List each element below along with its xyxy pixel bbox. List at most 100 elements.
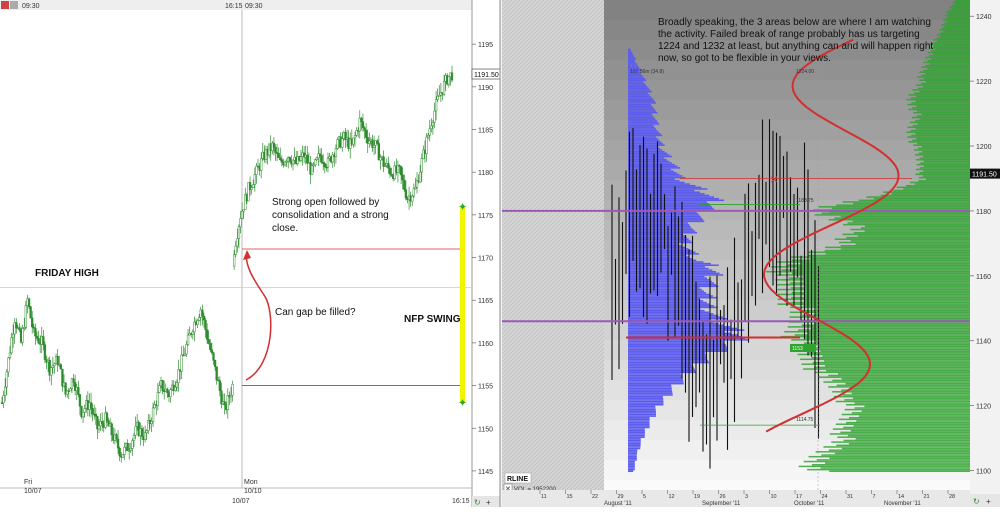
chart-canvas: 09:30 16:15 09:30 1195119011851180117511… [0,0,1000,507]
blue-profile-row [628,120,657,122]
green-profile-row [848,416,970,419]
blue-profile-row [628,373,681,375]
candle-body [34,327,37,337]
blue-profile-row [628,418,650,421]
close-icon[interactable] [1,1,9,9]
blue-profile-row [628,136,656,138]
green-profile-row [854,402,970,404]
green-profile-row [825,246,970,249]
green-profile-row [848,442,970,445]
blue-profile-row [628,454,637,456]
blue-profile-row [628,340,724,343]
chart-screenshot: 09:30 16:15 09:30 1195 1190 1185 1180 1175 11… [0,0,1000,507]
green-profile-row [919,90,970,93]
green-profile-row [801,262,970,265]
green-profile-row [911,134,970,137]
green-profile-row [914,92,970,94]
green-profile-row [811,464,970,466]
zoom-in-icon[interactable]: + [486,498,491,507]
fri-label: Fri [24,479,33,486]
candle-body [280,159,284,163]
green-profile-row [834,238,970,241]
blue-profile-row [628,387,672,390]
green-profile-row [915,100,970,103]
candle-body [201,309,204,317]
blue-profile-row [628,95,651,98]
blue-profile-row [628,442,641,445]
green-profile-row [946,21,970,23]
blue-profile-row [628,382,684,385]
candle-body [118,447,121,457]
green-profile-row [943,19,970,21]
green-profile-row [796,267,970,270]
green-profile-row [810,257,970,260]
green-profile-row [835,400,970,403]
candle-body [218,380,221,391]
blue-profile-row [628,345,727,348]
green-profile-row [915,133,970,135]
green-profile-row [954,3,970,5]
candle-body [403,179,406,190]
green-profile-row [840,215,970,218]
blue-profile-row [628,178,675,180]
green-profile-row [829,457,970,460]
green-profile-row [912,139,970,142]
candle-body [450,72,454,81]
green-profile-row [916,142,970,145]
green-profile-row [824,249,970,252]
commentary-line: the activity. Failed break of range prob… [658,29,920,40]
green-profile-row [831,207,970,210]
green-profile-row [804,295,970,297]
green-profile-row [923,165,970,167]
blue-profile-row [628,274,724,276]
green-profile-row [823,446,970,448]
blue-profile-row [628,421,650,424]
blue-profile-row [628,455,637,458]
green-profile-row [912,107,970,109]
green-profile-row [841,447,970,450]
green-profile-row [765,270,970,273]
blue-profile-row [628,168,671,171]
green-profile-row [933,42,970,44]
nfp-swing-bottom-star-icon: ✦ [458,398,467,410]
candle-body [299,156,303,161]
blue-profile-row [628,438,641,440]
blue-profile-row [628,171,677,174]
green-profile-row [842,394,970,396]
blue-profile-row [628,410,656,412]
blue-profile-row [628,170,674,172]
green-profile-row [838,241,970,244]
candle-body [320,155,323,163]
green-profile-row [916,159,970,161]
right-zoom-in-icon[interactable]: + [986,497,991,506]
blue-profile-row [628,196,715,198]
right-refresh-icon[interactable]: ↻ [973,497,980,506]
blue-profile-row [628,368,695,370]
blue-profile-row [628,183,690,185]
green-profile-row [955,0,970,2]
gear-icon[interactable] [10,1,18,9]
green-profile-row [923,160,970,163]
right-price-tick-label: 1100 [976,469,991,476]
green-profile-row [815,451,970,453]
mon-date-label: 10/10 [244,488,262,495]
blue-profile-row [628,97,653,99]
refresh-icon[interactable]: ↻ [474,498,481,507]
commentary-line: now, so got to be flexible in your views… [658,53,831,64]
green-profile-row [906,131,970,133]
blue-profile-row [628,61,636,64]
candle-body [433,110,436,123]
green-profile-row [842,233,970,236]
right-price-tick-label: 1140 [976,339,991,346]
blue-profile-row [628,232,698,234]
month-label: October '11 [794,501,825,507]
blue-profile-row [628,212,698,215]
green-profile-row [824,365,970,367]
green-profile-row [852,220,970,223]
blue-profile-row [628,318,728,320]
blue-profile-row [628,48,631,51]
green-profile-row [893,189,970,192]
green-profile-row [806,347,970,349]
candle-body [353,134,357,139]
left-price-tick-label: 1170 [478,256,493,263]
